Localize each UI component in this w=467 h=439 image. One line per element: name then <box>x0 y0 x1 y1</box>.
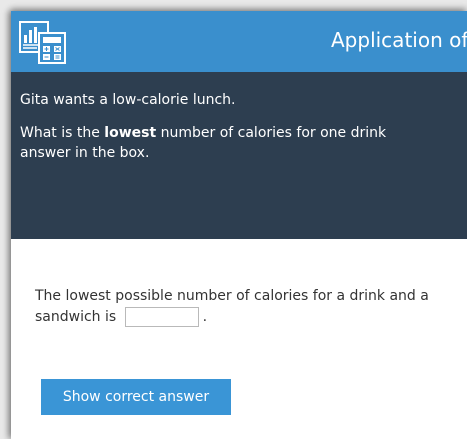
chart-calculator-icon <box>19 21 66 64</box>
question-block: Gita wants a low-calorie lunch. What is … <box>11 72 467 239</box>
show-correct-answer-button[interactable]: Show correct answer <box>41 379 231 415</box>
app-title: Application of <box>331 28 467 52</box>
question-instruction: answer in the box. <box>20 145 150 161</box>
question-panel: Application of Gita wants a low-calorie … <box>11 11 467 439</box>
answer-text-after: . <box>202 309 208 325</box>
question-intro: Gita wants a low-calorie lunch. <box>20 92 236 108</box>
app-header: Application of <box>11 11 467 72</box>
question-prompt: What is the lowest number of calories fo… <box>20 123 467 163</box>
question-prompt-suffix: number of calories for one drink <box>156 125 387 141</box>
question-prompt-prefix: What is the <box>20 125 105 141</box>
app-frame: Application of Gita wants a low-calorie … <box>0 0 467 439</box>
answer-sentence: The lowest possible number of calories f… <box>35 286 465 328</box>
answer-input[interactable] <box>124 307 199 327</box>
answer-text-before: The lowest possible number of calories f… <box>35 288 429 325</box>
answer-area: The lowest possible number of calories f… <box>11 239 467 439</box>
question-emphasis: lowest <box>104 125 157 141</box>
